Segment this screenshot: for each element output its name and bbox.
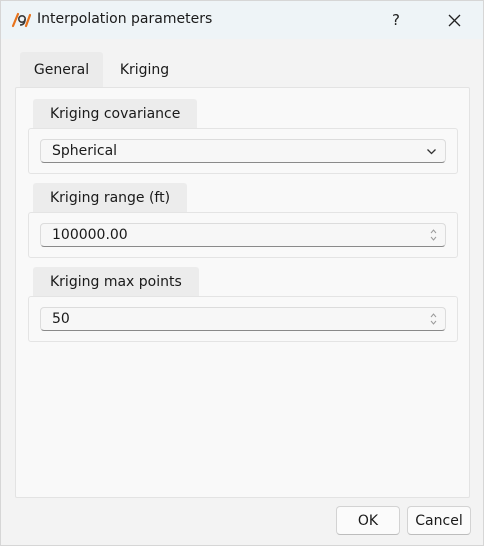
- range-value: 100000.00: [52, 227, 128, 243]
- tab-kriging[interactable]: Kriging: [103, 52, 186, 87]
- dialog-window: Interpolation parameters ? General Krigi…: [0, 0, 484, 546]
- close-icon: [448, 14, 460, 26]
- tab-bar: General Kriging: [20, 52, 186, 87]
- tab-general[interactable]: General: [20, 52, 103, 87]
- title-bar: Interpolation parameters ?: [1, 1, 483, 39]
- chevron-down-icon: [427, 149, 436, 155]
- close-button[interactable]: [431, 1, 477, 39]
- help-button[interactable]: ?: [373, 1, 419, 39]
- range-spinbox[interactable]: 100000.00: [40, 223, 446, 247]
- window-title: Interpolation parameters: [37, 11, 213, 27]
- max-points-spinbox[interactable]: 50: [40, 307, 446, 331]
- spin-arrows-icon[interactable]: [430, 227, 437, 243]
- range-group: 100000.00: [28, 212, 458, 258]
- covariance-select[interactable]: Spherical: [40, 139, 446, 163]
- covariance-group-label: Kriging covariance: [33, 99, 198, 129]
- max-points-value: 50: [52, 311, 70, 327]
- app-logo-icon: [11, 12, 32, 28]
- covariance-value: Spherical: [52, 143, 118, 159]
- cancel-button[interactable]: Cancel: [407, 506, 471, 535]
- spin-arrows-icon[interactable]: [430, 311, 437, 327]
- ok-button[interactable]: OK: [336, 506, 400, 535]
- covariance-group: Spherical: [28, 128, 458, 174]
- range-group-label: Kriging range (ft): [33, 183, 188, 213]
- max-points-group-label: Kriging max points: [33, 267, 199, 297]
- max-points-group: 50: [28, 296, 458, 342]
